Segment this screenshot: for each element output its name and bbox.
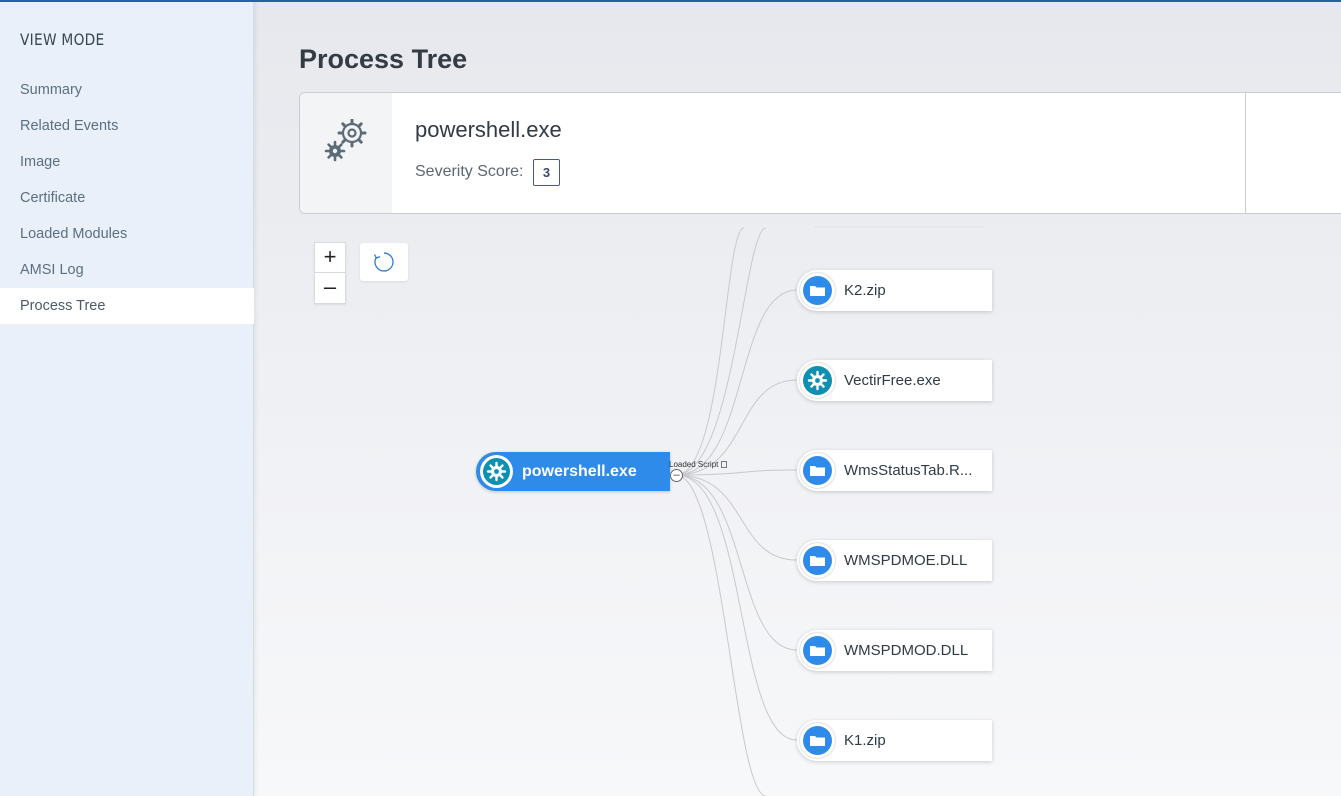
tree-node-label: K2.zip [844,282,886,299]
document-icon [721,461,728,468]
sidebar: VIEW MODE Summary Related Events Image C… [0,0,254,796]
tree-node-wmspdmod-dll[interactable]: WMSPDMOD.DLL [797,630,992,671]
folder-icon [810,736,825,746]
tree-node-label: WMSPDMOE.DLL [844,552,968,569]
root-process-label: powershell.exe [522,463,637,480]
tree-node-vectirfree-exe[interactable]: VectirFree.exe [797,360,992,401]
node-icon-wrap [800,543,835,578]
root-node-icon-wrap [480,455,513,488]
nav-item-amsi-log[interactable]: AMSI Log [0,252,254,288]
nav-item-loaded-modules[interactable]: Loaded Modules [0,216,254,252]
tree-edges [675,226,984,796]
gear-icon [486,461,507,482]
view-mode-nav: Summary Related Events Image Certificate… [0,72,254,324]
edge-label-loaded-script: Loaded Script [669,460,728,469]
node-icon-wrap [800,723,835,758]
top-accent-line [0,0,1341,2]
tree-node-label: VectirFree.exe [844,372,941,389]
tree-node-wmsstatustab[interactable]: WmsStatusTab.R... [797,450,992,491]
nav-item-related-events[interactable]: Related Events [0,108,254,144]
tree-node-label: WMSPDMOD.DLL [844,642,969,659]
nav-item-process-tree[interactable]: Process Tree [0,288,254,324]
gear-icon [807,370,828,391]
folder-icon [810,556,825,566]
tree-node-label: WmsStatusTab.R... [844,462,973,479]
folder-icon [810,646,825,656]
root-process-node[interactable]: powershell.exe [476,452,670,491]
folder-icon [810,466,825,476]
edge-label-text: Loaded Script [669,460,719,469]
folder-icon [810,286,825,296]
node-icon-wrap [800,273,835,308]
node-icon-wrap [800,363,835,398]
collapse-toggle[interactable]: – [670,469,683,482]
nav-item-image[interactable]: Image [0,144,254,180]
main-panel: Process Tree powershell.exe Severity Sco… [254,0,1341,796]
node-icon-wrap [800,633,835,668]
view-mode-title: VIEW MODE [20,30,105,49]
tree-node-wmspdmoe-dll[interactable]: WMSPDMOE.DLL [797,540,992,581]
tree-node-k1-zip[interactable]: K1.zip [797,720,992,761]
tree-node-label: K1.zip [844,732,886,749]
tree-node-k2-zip[interactable]: K2.zip [797,270,992,311]
nav-item-summary[interactable]: Summary [0,72,254,108]
nav-item-certificate[interactable]: Certificate [0,180,254,216]
node-icon-wrap [800,453,835,488]
